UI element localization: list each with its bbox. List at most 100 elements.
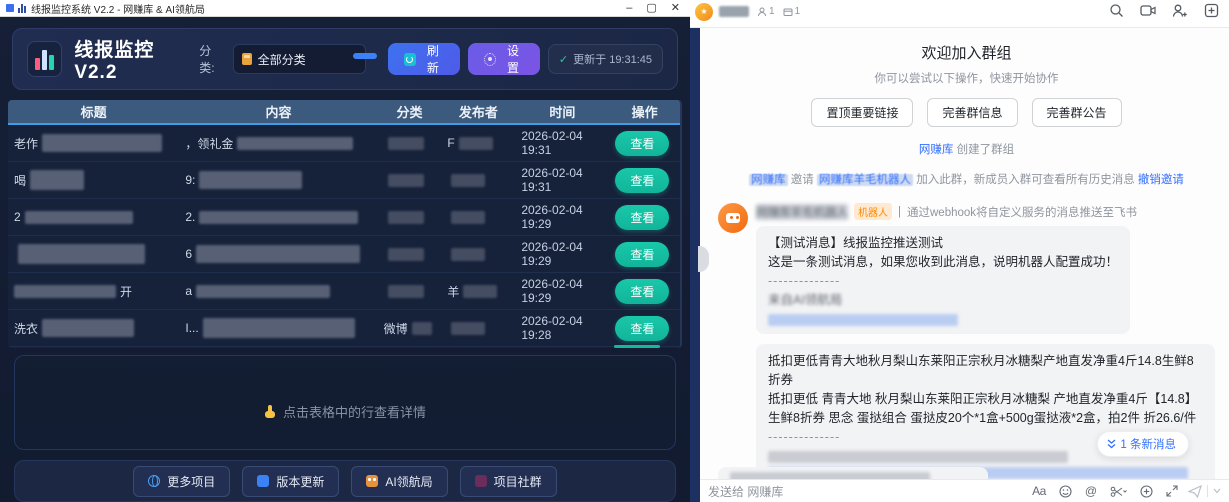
- bot-avatar[interactable]: [718, 203, 748, 233]
- window-chart-icon: [18, 4, 26, 13]
- redacted-text: [768, 451, 1068, 463]
- message-divider: --------------: [768, 272, 1118, 291]
- redacted-text: [203, 318, 356, 338]
- bot-description: 通过webhook将自定义服务的消息推送至飞书: [907, 204, 1137, 220]
- invitee-link[interactable]: 网赚库羊毛机器人: [817, 174, 913, 186]
- table-row[interactable]: 2 2. 2026-02-04 19:29: [8, 199, 680, 236]
- view-button[interactable]: 查看: [615, 279, 669, 304]
- group-info-button[interactable]: 完善群信息: [927, 98, 1017, 127]
- inviter-link[interactable]: 网赚库: [749, 174, 788, 186]
- pin-links-button[interactable]: 置顶重要链接: [811, 98, 913, 127]
- cell-publisher: [441, 248, 515, 261]
- category-label: 分类:: [199, 42, 224, 76]
- hint-text-row: 点击表格中的行查看详情: [264, 374, 426, 449]
- divider: [1207, 485, 1208, 497]
- members-icon: [757, 7, 767, 17]
- search-icon[interactable]: [1109, 3, 1124, 18]
- settings-button[interactable]: 设置: [468, 43, 540, 75]
- table-row[interactable]: 6 2026-02-04 19:29 查看: [8, 236, 680, 273]
- updated-chip: ✓ 更新于 19:31:45: [548, 44, 663, 74]
- column-category: 分类: [378, 102, 442, 121]
- new-message-badge[interactable]: 1 条新消息: [1097, 431, 1189, 457]
- app-header: 线报监控 V2.2 分类: 全部分类 刷新 设置: [12, 28, 678, 90]
- quick-actions: 置顶重要链接 完善群信息 完善群公告: [718, 98, 1215, 127]
- welcome-title: 欢迎加入群组: [718, 42, 1215, 63]
- redacted-text: [237, 137, 352, 150]
- cell-category: [378, 174, 442, 187]
- expand-icon[interactable]: [1166, 485, 1178, 497]
- cell-title: 喝: [8, 170, 179, 190]
- cell-time: 2026-02-04 19:31: [515, 166, 609, 194]
- redacted-text: [463, 285, 497, 298]
- globe-icon: [148, 475, 160, 487]
- add-attachment-icon[interactable]: [1140, 485, 1153, 498]
- group-name-redacted: [719, 6, 749, 17]
- emoji-icon[interactable]: [1059, 485, 1072, 498]
- redacted-text: [451, 248, 485, 261]
- app-title: 线报监控 V2.2: [74, 35, 199, 84]
- report-table: 标题 内容 分类 发布者 时间 操作 老作: [8, 100, 682, 348]
- cell-category: [378, 248, 442, 261]
- bot-name-row: 网赚库羊毛机器人 机器人 | 通过webhook将自定义服务的消息推送至飞书: [756, 203, 1215, 220]
- tab-count-badge[interactable]: 1: [783, 6, 801, 17]
- table-row[interactable]: 开 a 羊 2026-02-04 19:29: [8, 273, 680, 310]
- more-settings-icon[interactable]: [1204, 3, 1219, 18]
- monitor-window: 线报监控系统 V2.2 - 网赚库 & AI领航局 – ▢ ✕ 线报监控 V2.…: [0, 0, 690, 502]
- cell-content: 6: [179, 245, 377, 263]
- gear-icon: [484, 53, 496, 66]
- table-row[interactable]: 喝 9: 2026-02-04 19:31: [8, 162, 680, 199]
- maximize-button[interactable]: ▢: [646, 1, 656, 16]
- cell-title: 老作: [8, 134, 179, 152]
- chat-body: 欢迎加入群组 你可以尝试以下操作，快速开始协作 置顶重要链接 完善群信息 完善群…: [690, 28, 1229, 479]
- message-bubble-test[interactable]: 【测试消息】线报监控推送测试 这是一条测试消息，如果您收到此消息，说明机器人配置…: [756, 226, 1130, 334]
- screen: 线报监控系统 V2.2 - 网赚库 & AI领航局 – ▢ ✕ 线报监控 V2.…: [0, 0, 1229, 502]
- column-title: 标题: [8, 102, 179, 121]
- category-select[interactable]: 全部分类: [233, 44, 366, 74]
- refresh-button[interactable]: 刷新: [388, 43, 460, 75]
- screenshot-scissors-icon[interactable]: [1110, 485, 1127, 498]
- group-avatar[interactable]: ★: [695, 3, 713, 21]
- minimize-button[interactable]: –: [626, 1, 632, 16]
- send-icon[interactable]: [1188, 485, 1202, 498]
- select-indicator: [353, 53, 377, 59]
- view-button[interactable]: 查看: [615, 205, 669, 230]
- view-button[interactable]: 查看: [615, 242, 669, 267]
- cell-publisher: 羊: [441, 283, 515, 300]
- table-row[interactable]: 老作 ，领礼金 F 2026-02-04 19:31: [8, 125, 680, 162]
- message-input-bar[interactable]: 发送给 网赚库 Aa @: [700, 479, 1229, 502]
- font-style-icon[interactable]: Aa: [1032, 485, 1046, 497]
- check-icon: ✓: [559, 53, 568, 66]
- redacted-text: [459, 137, 493, 150]
- redacted-text: [25, 211, 133, 224]
- cell-category: [378, 211, 442, 224]
- close-button[interactable]: ✕: [671, 1, 680, 16]
- group-announce-button[interactable]: 完善群公告: [1032, 98, 1122, 127]
- clipboard-icon: [242, 53, 252, 65]
- message-line: 【测试消息】线报监控推送测试: [768, 234, 1118, 253]
- version-update-button[interactable]: 版本更新: [242, 466, 339, 497]
- more-projects-button[interactable]: 更多项目: [133, 466, 230, 497]
- taskbar-app-icon: [6, 4, 14, 12]
- cell-content: a: [179, 284, 377, 298]
- add-member-icon[interactable]: [1172, 3, 1188, 18]
- ai-nav-button[interactable]: AI领航局: [351, 466, 447, 497]
- message-bubble-deal1[interactable]: 抵扣更低青青大地秋月梨山东莱阳正宗秋月冰糖梨产地直发净重4斤14.8生鲜8折券 …: [756, 344, 1215, 479]
- pointing-hand-icon: [264, 405, 276, 419]
- mention-icon[interactable]: @: [1085, 485, 1097, 497]
- view-button[interactable]: 查看: [615, 131, 669, 156]
- cell-action: 查看: [609, 242, 680, 267]
- redacted-text: [388, 248, 424, 261]
- send-options-chevron-icon[interactable]: [1213, 488, 1221, 494]
- member-count-badge[interactable]: 1: [757, 6, 775, 17]
- creator-link[interactable]: 网赚库: [919, 144, 954, 156]
- redacted-text: [42, 134, 162, 152]
- column-publisher: 发布者: [441, 102, 515, 121]
- revoke-invite-link[interactable]: 撤销邀请: [1138, 174, 1184, 186]
- view-button[interactable]: 查看: [615, 316, 669, 341]
- input-placeholder: 发送给 网赚库: [708, 483, 783, 500]
- community-button[interactable]: 项目社群: [460, 466, 557, 497]
- table-row[interactable]: 洗衣 I... 微博 2026-02-04 19:28: [8, 310, 680, 347]
- video-call-icon[interactable]: [1140, 3, 1156, 18]
- cell-title: [8, 244, 179, 264]
- view-button[interactable]: 查看: [615, 168, 669, 193]
